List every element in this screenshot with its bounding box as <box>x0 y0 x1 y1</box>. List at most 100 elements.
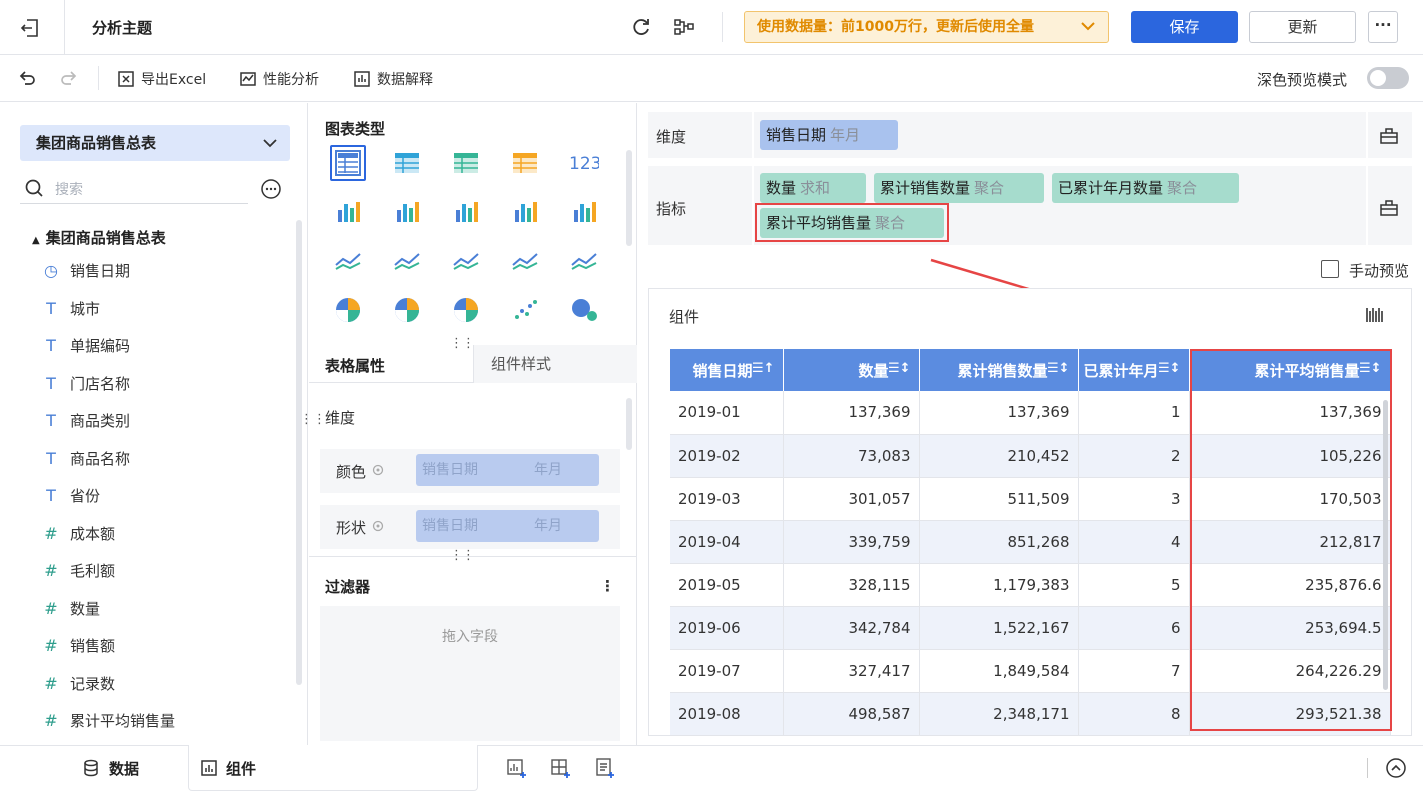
column-header[interactable]: 销售日期 ☰↑ <box>670 349 784 391</box>
metric-chip[interactable]: 累计销售数量 聚合 <box>874 173 1044 203</box>
exit-icon[interactable] <box>18 16 42 40</box>
table-chart-icon[interactable] <box>330 145 366 181</box>
props-scrollbar[interactable] <box>626 398 632 450</box>
data-volume-notice[interactable]: 使用数据量：前1000万行，更新后使用全量 <box>744 11 1109 43</box>
more-button[interactable]: ··· <box>1368 11 1398 43</box>
table-cell: 498,587 <box>783 692 920 736</box>
metric-chip[interactable]: 已累计年月数量 聚合 <box>1052 173 1239 203</box>
field-item[interactable]: # 销售额 <box>40 627 115 664</box>
column-chart-icon[interactable] <box>389 194 425 230</box>
rose-chart-icon[interactable] <box>389 292 425 328</box>
slot-field: 销售日期 <box>422 518 478 534</box>
radar-icon[interactable] <box>389 243 425 279</box>
field-item[interactable]: T 商品名称 <box>40 440 130 477</box>
field-label: 成本额 <box>70 524 116 543</box>
multi-color-block-icon[interactable] <box>507 145 543 181</box>
add-dashboard-icon[interactable] <box>550 757 572 779</box>
table-cell: 511,509 <box>919 477 1079 521</box>
refresh-icon[interactable] <box>630 16 652 38</box>
chip-name: 已累计年月数量 <box>1058 179 1164 197</box>
page-title: 分析主题 <box>92 19 153 37</box>
column-header[interactable]: 已累计年月 ☰↕ <box>1078 349 1190 391</box>
collapse-up-icon[interactable] <box>1385 757 1407 779</box>
data-explain-button[interactable]: 数据解释 <box>353 69 433 89</box>
field-item[interactable]: # 毛利额 <box>40 552 115 589</box>
sort-icon[interactable]: ☰↑ <box>752 361 775 376</box>
update-button[interactable]: 更新 <box>1249 11 1356 43</box>
kpi-number-icon[interactable]: 123 <box>566 145 602 181</box>
field-item[interactable]: T 城市 <box>40 290 100 327</box>
dim-chip[interactable]: 销售日期 年月 <box>760 120 898 150</box>
field-item[interactable]: T 门店名称 <box>40 365 130 402</box>
barcode-view-icon[interactable] <box>1364 305 1384 325</box>
line-chart-icon[interactable] <box>330 243 366 279</box>
column-header[interactable]: 累计销售数量 ☰↕ <box>919 349 1079 391</box>
perf-analysis-button[interactable]: 性能分析 <box>239 69 319 89</box>
undo-icon[interactable] <box>17 68 37 88</box>
dataset-select[interactable]: 集团商品销售总表 <box>20 125 290 161</box>
sort-icon[interactable]: ☰↕ <box>888 361 911 376</box>
scatter-chart-icon[interactable] <box>507 292 543 328</box>
number-type-icon: # <box>44 523 58 543</box>
field-item[interactable]: # 成本额 <box>40 515 115 552</box>
save-button[interactable]: 保存 <box>1131 11 1238 43</box>
chip-name: 累计销售数量 <box>880 179 971 197</box>
field-item[interactable]: T 单据编码 <box>40 327 130 364</box>
manual-preview-checkbox[interactable] <box>1321 260 1339 278</box>
field-item[interactable]: T 商品类别 <box>40 402 130 439</box>
grouped-table-icon[interactable] <box>330 194 366 230</box>
cross-table-icon[interactable] <box>389 145 425 181</box>
add-component-icon[interactable] <box>506 757 528 779</box>
filter-more-icon[interactable]: ⋮ <box>600 577 615 595</box>
chart-type-scrollbar[interactable] <box>626 150 632 246</box>
tab-data[interactable]: 数据 <box>30 745 190 791</box>
sort-icon[interactable]: ☰↕ <box>1047 361 1070 376</box>
shape-slot[interactable]: 销售日期 年月 <box>416 510 599 542</box>
bar-chart-icon[interactable] <box>507 194 543 230</box>
sort-icon[interactable]: ☰↕ <box>1158 361 1181 376</box>
gear-icon[interactable] <box>371 463 385 477</box>
tab-component[interactable]: 组件 <box>198 745 258 791</box>
pie-chart-icon[interactable] <box>330 292 366 328</box>
table-cell: 2019-08 <box>670 692 784 736</box>
table-cell: 2019-06 <box>670 606 784 650</box>
gauge-icon[interactable] <box>566 243 602 279</box>
detail-table-icon[interactable] <box>448 145 484 181</box>
number-type-icon: # <box>44 673 58 693</box>
drag-handle[interactable]: ⋮⋮ <box>300 412 326 427</box>
dim-config-icon[interactable] <box>1380 126 1398 144</box>
field-item[interactable]: T 省份 <box>40 477 100 514</box>
gear-icon[interactable] <box>371 519 385 533</box>
chevron-down-icon <box>1080 12 1096 42</box>
column-header[interactable]: 数量 ☰↕ <box>783 349 920 391</box>
field-item[interactable]: ◷ 销售日期 <box>40 252 130 289</box>
ring-chart-icon[interactable] <box>448 292 484 328</box>
column-header-label: 累计销售数量 <box>957 361 1048 380</box>
waterfall-icon[interactable] <box>566 194 602 230</box>
filter-dropzone[interactable]: 拖入字段 <box>320 606 620 741</box>
tab-table-props[interactable]: 表格属性 <box>325 355 385 376</box>
export-excel-button[interactable]: 导出Excel <box>117 69 206 89</box>
add-report-icon[interactable] <box>594 757 616 779</box>
bubble-chart-icon[interactable] <box>566 292 602 328</box>
search-input[interactable]: 搜索 <box>55 179 83 199</box>
area-chart-icon[interactable] <box>507 243 543 279</box>
color-slot[interactable]: 销售日期 年月 <box>416 454 599 486</box>
lineage-icon[interactable] <box>673 16 695 38</box>
redo-icon[interactable] <box>59 68 79 88</box>
field-item[interactable]: # 累计平均销售量 <box>40 702 175 739</box>
tab-component-style[interactable]: 组件样式 <box>473 345 637 383</box>
table-cell: 851,268 <box>919 520 1079 564</box>
resize-handle[interactable]: ⋮⋮ <box>450 548 475 563</box>
stacked-column-icon[interactable] <box>448 194 484 230</box>
dark-mode-toggle[interactable] <box>1367 67 1409 89</box>
metric-config-icon[interactable] <box>1380 198 1398 216</box>
scatter-radar-icon[interactable] <box>448 243 484 279</box>
table-scrollbar[interactable] <box>1383 400 1388 690</box>
metric-chip[interactable]: 数量 求和 <box>760 173 866 203</box>
left-scrollbar[interactable] <box>296 220 302 685</box>
field-item[interactable]: # 记录数 <box>40 665 115 702</box>
tree-root[interactable]: ▲ 集团商品销售总表 <box>32 227 166 248</box>
field-item[interactable]: # 数量 <box>40 590 100 627</box>
more-circle-icon[interactable] <box>260 178 282 200</box>
